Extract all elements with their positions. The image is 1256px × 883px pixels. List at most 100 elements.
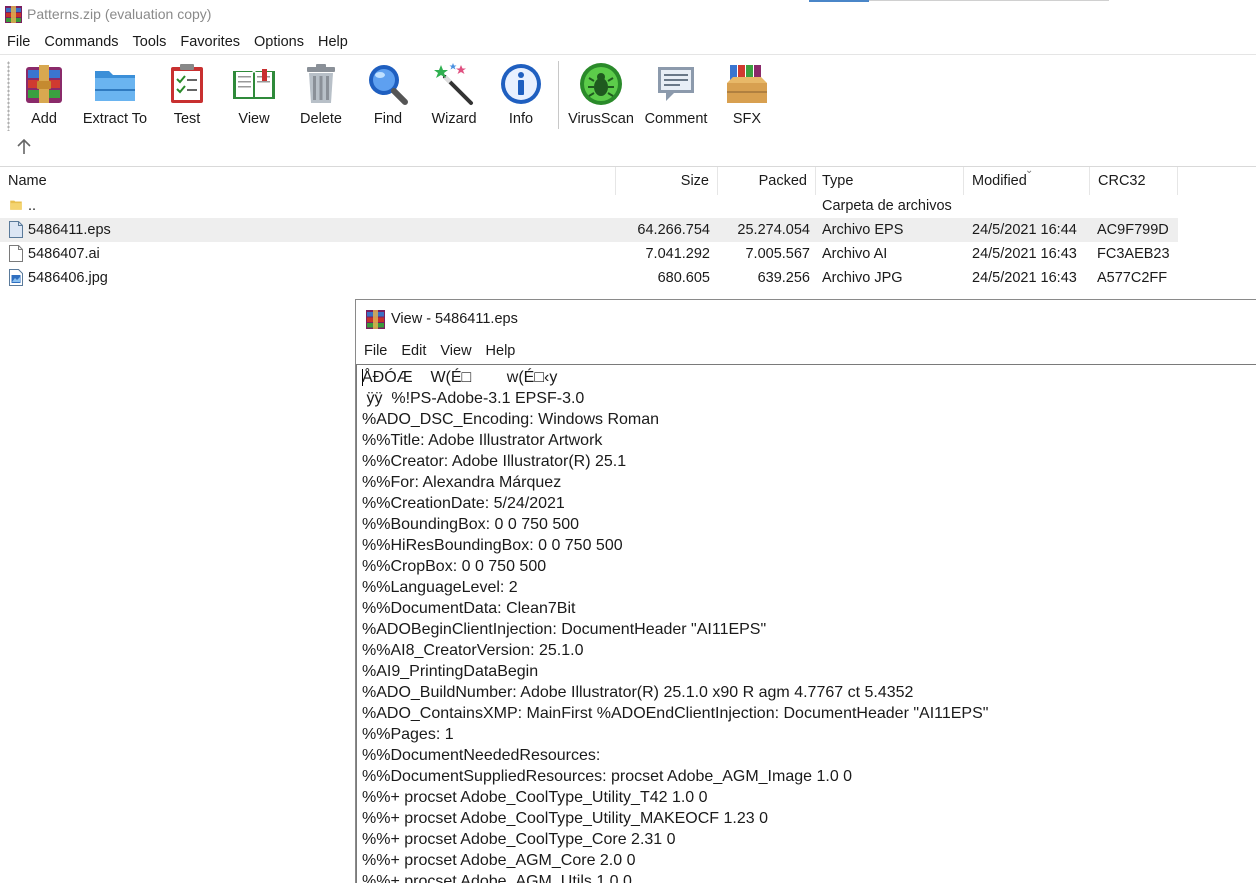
- view-title-bar[interactable]: View - 5486411.eps: [356, 300, 1256, 338]
- content-line: %%AI8_CreatorVersion: 25.1.0: [362, 642, 584, 659]
- sfx-label: SFX: [732, 111, 762, 127]
- content-line: %ADO_ContainsXMP: MainFirst %ADOEndClien…: [362, 705, 989, 722]
- content-line: %%+ procset Adobe_CoolType_Utility_T42 1…: [362, 789, 708, 806]
- content-line: %ADOBeginClientInjection: DocumentHeader…: [362, 621, 767, 638]
- wizard-label: Wizard: [431, 111, 477, 127]
- view-menu-file[interactable]: File: [357, 340, 394, 364]
- file-crc: FC3AEB23: [1097, 246, 1170, 262]
- extract-to-button[interactable]: Extract To: [80, 59, 150, 133]
- content-line: %%BoundingBox: 0 0 750 500: [362, 516, 580, 533]
- view-window-title: View - 5486411.eps: [391, 311, 518, 327]
- add-label: Add: [31, 111, 57, 127]
- menu-tools[interactable]: Tools: [126, 31, 174, 53]
- winrar-icon: [5, 6, 22, 23]
- column-crc32[interactable]: CRC32: [1090, 167, 1178, 195]
- menu-bar: File Commands Tools Favorites Options He…: [0, 31, 1256, 53]
- sfx-button[interactable]: SFX: [722, 59, 772, 133]
- sfx-box-icon: [727, 65, 767, 103]
- eps-file-icon: [9, 221, 23, 238]
- view-window: View - 5486411.eps File Edit View Help Å…: [355, 299, 1256, 883]
- content-line: %%DocumentNeededResources:: [362, 747, 601, 764]
- test-label: Test: [173, 111, 201, 127]
- file-type: Archivo JPG: [822, 270, 903, 286]
- file-modified: 24/5/2021 16:43: [972, 270, 1077, 286]
- column-size[interactable]: Size: [616, 167, 718, 195]
- test-clipboard-icon: [171, 64, 203, 103]
- up-folder-icon[interactable]: [14, 137, 34, 157]
- delete-button[interactable]: Delete: [296, 59, 346, 133]
- file-modified: 24/5/2021 16:44: [972, 222, 1077, 238]
- folder-icon: [10, 200, 22, 210]
- content-line: %%CreationDate: 5/24/2021: [362, 495, 565, 512]
- wizard-button[interactable]: Wizard: [428, 59, 480, 133]
- test-button[interactable]: Test: [164, 59, 210, 133]
- add-button[interactable]: Add: [20, 59, 68, 133]
- file-packed: 25.274.054: [737, 222, 810, 238]
- file-type: Carpeta de archivos: [822, 198, 952, 214]
- column-type[interactable]: Type: [814, 167, 964, 195]
- sort-chevron-icon: ⌄: [1025, 165, 1034, 176]
- content-line: %%+ procset Adobe_AGM_Utils 1.0 0: [362, 873, 632, 883]
- info-button[interactable]: Info: [498, 59, 544, 133]
- view-menu-help[interactable]: Help: [479, 340, 523, 364]
- view-menu-edit[interactable]: Edit: [394, 340, 433, 364]
- menu-file[interactable]: File: [0, 31, 37, 53]
- file-row-parent[interactable]: .. Carpeta de archivos: [0, 194, 1256, 218]
- content-line: ÿÿ %!PS-Adobe-3.1 EPSF-3.0: [362, 390, 585, 407]
- menu-help[interactable]: Help: [311, 31, 355, 53]
- ai-file-icon: [9, 245, 23, 262]
- column-name[interactable]: Name: [0, 167, 616, 195]
- toolbar-grip[interactable]: [7, 61, 10, 131]
- background-window-edge-grey: [869, 0, 1109, 1]
- view-menu-bar: File Edit View Help: [356, 340, 522, 364]
- window-title: Patterns.zip (evaluation copy): [27, 6, 212, 22]
- bug-scan-icon: [580, 63, 622, 105]
- magic-wand-icon: [434, 63, 473, 105]
- view-button[interactable]: View: [228, 59, 280, 133]
- file-name: 5486411.eps: [28, 222, 111, 238]
- menu-favorites[interactable]: Favorites: [173, 31, 247, 53]
- file-size: 680.605: [657, 270, 710, 286]
- content-line: %%+ procset Adobe_CoolType_Utility_MAKEO…: [362, 810, 768, 827]
- file-packed: 639.256: [757, 270, 810, 286]
- content-line: %ADO_DSC_Encoding: Windows Roman: [362, 411, 660, 428]
- file-row-eps[interactable]: 5486411.eps 64.266.754 25.274.054 Archiv…: [0, 218, 1256, 242]
- view-menu-view[interactable]: View: [433, 340, 478, 364]
- content-line: %ADO_BuildNumber: Adobe Illustrator(R) 2…: [362, 684, 914, 701]
- content-line: %%LanguageLevel: 2: [362, 579, 518, 596]
- magnifier-icon: [369, 65, 408, 105]
- file-type: Archivo AI: [822, 246, 888, 262]
- menu-commands[interactable]: Commands: [37, 31, 125, 53]
- comment-label: Comment: [644, 111, 708, 127]
- file-row-ai[interactable]: 5486407.ai 7.041.292 7.005.567 Archivo A…: [0, 242, 1256, 266]
- column-packed[interactable]: Packed: [718, 167, 816, 195]
- content-line: %%For: Alexandra Márquez: [362, 474, 562, 491]
- view-book-icon: [233, 69, 275, 99]
- file-row-jpg[interactable]: 5486406.jpg 680.605 639.256 Archivo JPG …: [0, 266, 1256, 290]
- content-lines: ÅÐÓÆ W(É□ w(É□‹y ÿÿ %!PS-Adobe-3.1 EPSF-…: [362, 367, 988, 883]
- comment-icon: [658, 67, 694, 101]
- toolbar-separator: [558, 61, 559, 129]
- find-button[interactable]: Find: [364, 59, 412, 133]
- file-name: 5486407.ai: [28, 246, 100, 262]
- file-size: 7.041.292: [645, 246, 710, 262]
- file-content-area[interactable]: ÅÐÓÆ W(É□ w(É□‹y ÿÿ %!PS-Adobe-3.1 EPSF-…: [356, 364, 1256, 883]
- file-crc: AC9F799D: [1097, 222, 1169, 238]
- info-icon: [501, 64, 541, 104]
- virusscan-label: VirusScan: [568, 111, 634, 127]
- content-line: %%Creator: Adobe Illustrator(R) 25.1: [362, 453, 627, 470]
- menu-options[interactable]: Options: [247, 31, 311, 53]
- file-crc: A577C2FF: [1097, 270, 1168, 286]
- title-bar: Patterns.zip (evaluation copy): [0, 0, 1256, 30]
- content-line: %%DocumentSuppliedResources: procset Ado…: [362, 768, 853, 785]
- content-line: %%+ procset Adobe_AGM_Core 2.0 0: [362, 852, 636, 869]
- background-window-edge: [809, 0, 869, 2]
- file-modified: 24/5/2021 16:43: [972, 246, 1077, 262]
- content-line: %%Title: Adobe Illustrator Artwork: [362, 432, 603, 449]
- file-packed: 7.005.567: [745, 246, 810, 262]
- virusscan-button[interactable]: VirusScan: [566, 59, 636, 133]
- comment-button[interactable]: Comment: [642, 59, 710, 133]
- trash-icon: [307, 64, 335, 103]
- file-size: 64.266.754: [637, 222, 710, 238]
- view-label: View: [238, 111, 270, 127]
